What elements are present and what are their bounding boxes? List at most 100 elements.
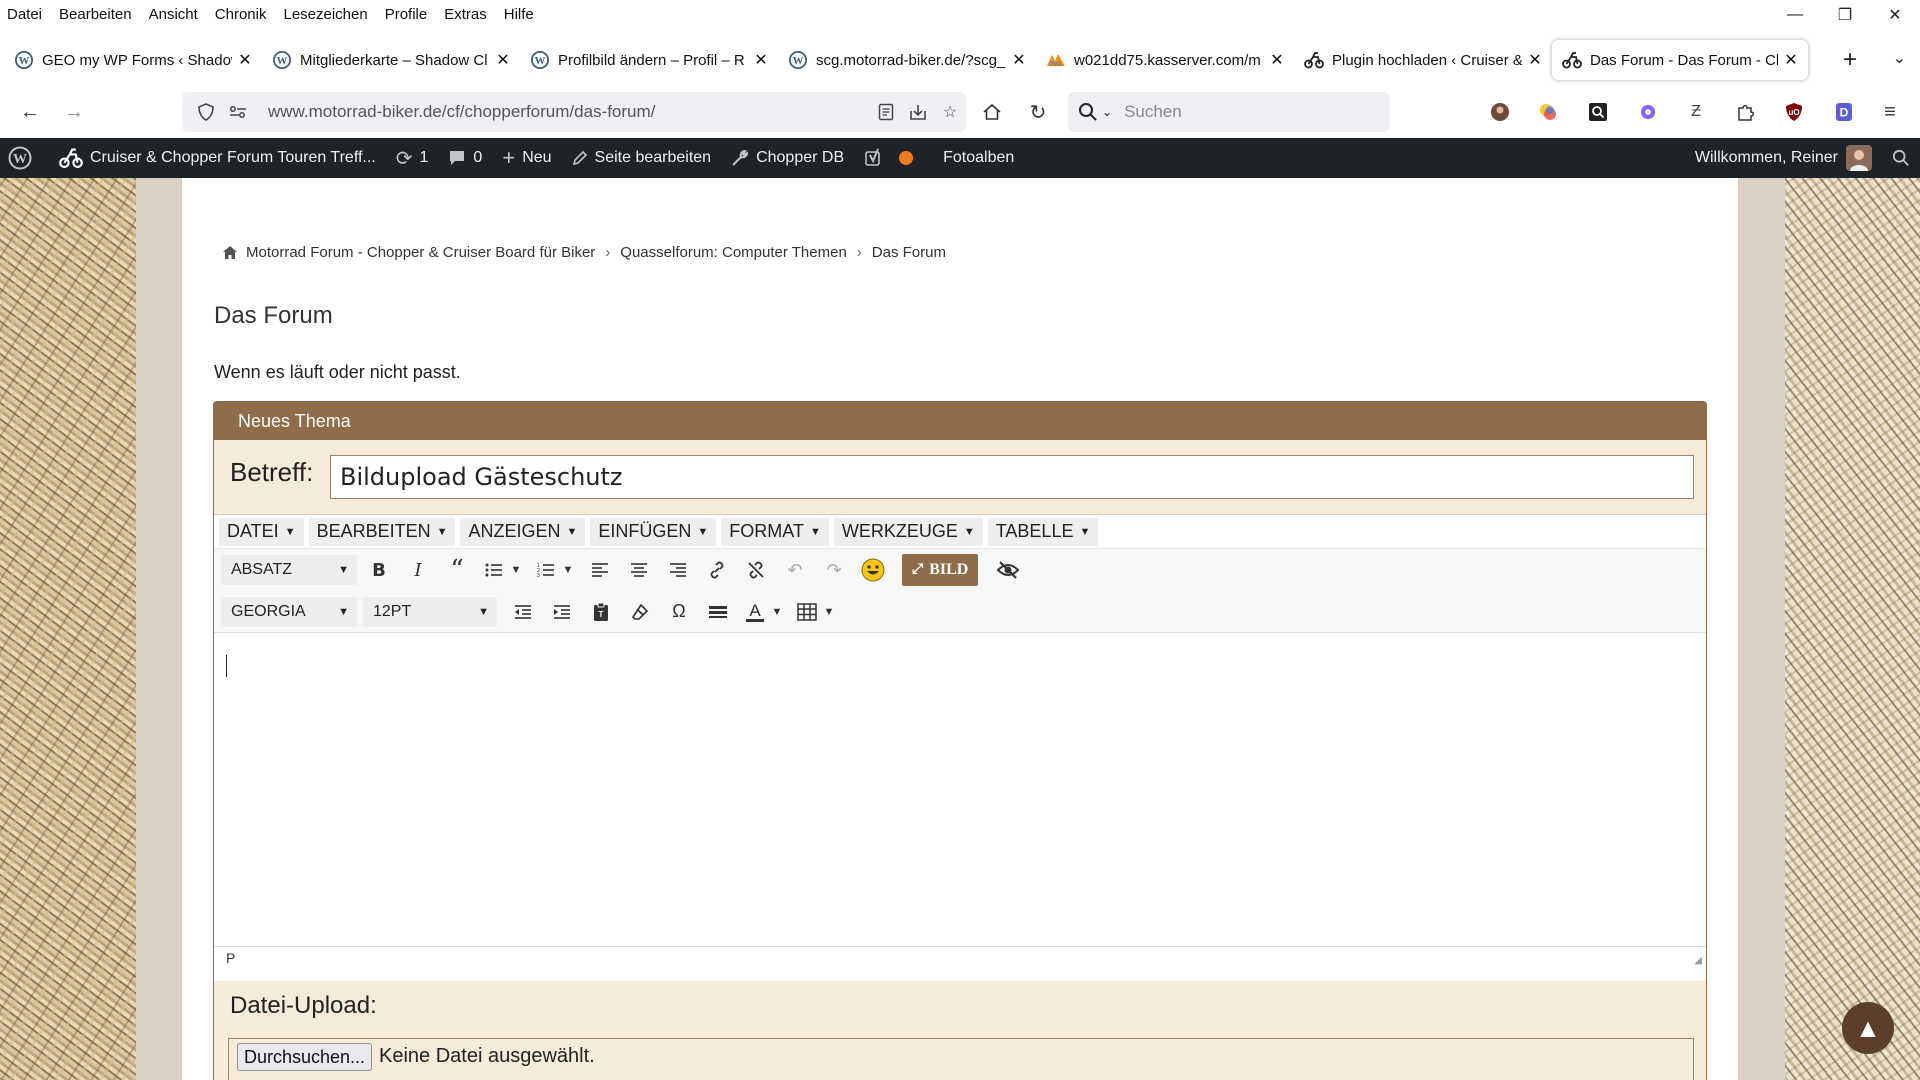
search-bar[interactable]: ⌄ Suchen: [1068, 92, 1390, 132]
italic-button[interactable]: I: [402, 554, 434, 586]
close-window-button[interactable]: ✕: [1870, 0, 1920, 30]
wp-yoast-seo[interactable]: [854, 138, 923, 178]
tab-das-forum[interactable]: Das Forum - Das Forum - Ch ✕: [1552, 40, 1808, 80]
emoticons-button[interactable]: [857, 554, 889, 586]
extension-gear-icon[interactable]: [1636, 100, 1660, 124]
paste-as-text-button[interactable]: T: [585, 596, 617, 628]
image-upload-button[interactable]: ⤢ BILD: [902, 554, 979, 586]
hamburger-menu-icon[interactable]: ≡: [1878, 100, 1902, 124]
menu-profile[interactable]: Profile: [377, 6, 437, 23]
clear-formatting-button[interactable]: [624, 596, 656, 628]
tab-close-icon[interactable]: ✕: [1782, 50, 1800, 70]
chevron-down-icon[interactable]: ▼: [508, 554, 524, 586]
block-format-select[interactable]: Absatz ▼: [221, 555, 357, 585]
bookmark-star-icon[interactable]: ☆: [934, 102, 966, 122]
wp-my-account[interactable]: Willkommen, Reiner: [1685, 138, 1882, 178]
reader-view-icon[interactable]: [870, 103, 902, 121]
tab-close-icon[interactable]: ✕: [1010, 50, 1028, 70]
restore-button[interactable]: ❐: [1820, 0, 1870, 30]
special-character-button[interactable]: Ω: [663, 596, 695, 628]
redo-button[interactable]: ↷: [818, 554, 850, 586]
site-permissions-icon[interactable]: [222, 105, 254, 119]
save-to-pocket-icon[interactable]: [902, 103, 934, 121]
horizontal-rule-button[interactable]: [702, 596, 734, 628]
insert-link-button[interactable]: [701, 554, 733, 586]
scroll-to-top-button[interactable]: ▲: [1842, 1002, 1894, 1054]
editor-menu-anzeigen[interactable]: Anzeigen ▼: [460, 517, 586, 546]
text-color-button[interactable]: A: [741, 596, 769, 628]
undo-button[interactable]: ↶: [779, 554, 811, 586]
menu-lesezeichen[interactable]: Lesezeichen: [275, 6, 376, 23]
forward-button[interactable]: →: [54, 92, 94, 132]
wp-fotoalben[interactable]: Fotoalben: [923, 138, 1024, 178]
shield-icon[interactable]: [190, 103, 222, 121]
resize-handle-icon[interactable]: ◢: [1694, 955, 1702, 966]
breadcrumb-link-forum-home[interactable]: Motorrad Forum - Chopper & Cruiser Board…: [246, 244, 595, 261]
bullet-list-button[interactable]: [480, 554, 508, 586]
tab-close-icon[interactable]: ✕: [1526, 50, 1544, 70]
bold-button[interactable]: B: [363, 554, 395, 586]
blockquote-button[interactable]: “: [441, 554, 473, 586]
menu-chronik[interactable]: Chronik: [207, 6, 276, 23]
reload-icon[interactable]: ↻: [1018, 92, 1058, 132]
menu-hilfe[interactable]: Hilfe: [496, 6, 543, 23]
search-icon[interactable]: [1078, 102, 1098, 122]
breadcrumb-link-quasselforum[interactable]: Quasselforum: Computer Themen: [620, 244, 847, 261]
wp-comments[interactable]: 0: [438, 138, 492, 178]
align-left-button[interactable]: [584, 554, 616, 586]
extension-search-icon[interactable]: [1586, 100, 1610, 124]
editor-menu-datei[interactable]: Datei ▼: [219, 517, 304, 546]
outdent-button[interactable]: [507, 596, 539, 628]
editor-menu-werkzeuge[interactable]: Werkzeuge ▼: [833, 517, 983, 546]
chevron-down-icon[interactable]: ▼: [560, 554, 576, 586]
chevron-down-icon[interactable]: ▼: [769, 596, 785, 628]
tab-close-icon[interactable]: ✕: [752, 50, 770, 70]
font-family-select[interactable]: Georgia ▼: [221, 596, 357, 627]
browse-button[interactable]: Durchsuchen...: [237, 1043, 373, 1071]
back-button[interactable]: ←: [10, 92, 50, 132]
extension-d-icon[interactable]: D: [1832, 100, 1856, 124]
font-size-select[interactable]: 12pt ▼: [363, 596, 497, 627]
tab-scg[interactable]: W scg.motorrad-biker.de/?scg_ ✕: [778, 40, 1036, 80]
tab-close-icon[interactable]: ✕: [494, 50, 512, 70]
ublock-origin-icon[interactable]: uO: [1782, 100, 1806, 124]
indent-button[interactable]: [546, 596, 578, 628]
eye-slash-icon[interactable]: [992, 554, 1024, 586]
wp-edit-page[interactable]: Seite bearbeiten: [562, 138, 722, 178]
wp-site-name[interactable]: Cruiser & Chopper Forum Touren Treff...: [49, 138, 386, 178]
chevron-down-icon[interactable]: ⌄: [1893, 48, 1906, 68]
home-icon[interactable]: [222, 245, 238, 260]
numbered-list-button[interactable]: 123: [532, 554, 560, 586]
menu-bearbeiten[interactable]: Bearbeiten: [51, 6, 141, 23]
wp-updates[interactable]: ⟳ 1: [386, 138, 439, 178]
new-tab-button[interactable]: +: [1830, 46, 1870, 74]
editor-menu-format[interactable]: Format ▼: [721, 517, 829, 546]
profile-avatar-icon[interactable]: [1488, 100, 1512, 124]
menu-ansicht[interactable]: Ansicht: [141, 6, 207, 23]
menu-extras[interactable]: Extras: [436, 6, 496, 23]
wp-logo-menu[interactable]: W: [0, 138, 49, 178]
editor-content-area[interactable]: [214, 633, 1706, 946]
wp-search[interactable]: [1882, 138, 1920, 178]
minimize-button[interactable]: —: [1770, 0, 1820, 30]
wp-chopper-db[interactable]: Chopper DB: [721, 138, 854, 178]
tab-close-icon[interactable]: ✕: [1268, 50, 1286, 70]
align-right-button[interactable]: [662, 554, 694, 586]
home-icon[interactable]: [972, 92, 1012, 132]
search-input[interactable]: Suchen: [1124, 102, 1182, 122]
chevron-down-icon[interactable]: ▼: [821, 596, 837, 628]
remove-link-button[interactable]: [740, 554, 772, 586]
subject-input[interactable]: Bildupload Gästeschutz: [330, 455, 1694, 499]
align-center-button[interactable]: [623, 554, 655, 586]
element-path[interactable]: P: [226, 950, 235, 966]
tab-profilbild[interactable]: W Profilbild ändern – Profil – R ✕: [520, 40, 778, 80]
editor-menu-einfuegen[interactable]: Einfügen ▼: [590, 517, 717, 546]
table-button[interactable]: [793, 596, 821, 628]
tab-plugin-hochladen[interactable]: Plugin hochladen ‹ Cruiser & ✕: [1294, 40, 1552, 80]
menu-datei[interactable]: Datei: [0, 6, 51, 23]
chevron-down-icon[interactable]: ⌄: [1102, 105, 1112, 119]
address-bar[interactable]: www.motorrad-biker.de/cf/chopperforum/da…: [182, 92, 966, 132]
tab-kasserver[interactable]: PMA w021dd75.kasserver.com/m ✕: [1036, 40, 1294, 80]
editor-menu-bearbeiten[interactable]: Bearbeiten ▼: [308, 517, 456, 546]
extension-a-icon[interactable]: Ƶ: [1684, 100, 1708, 124]
